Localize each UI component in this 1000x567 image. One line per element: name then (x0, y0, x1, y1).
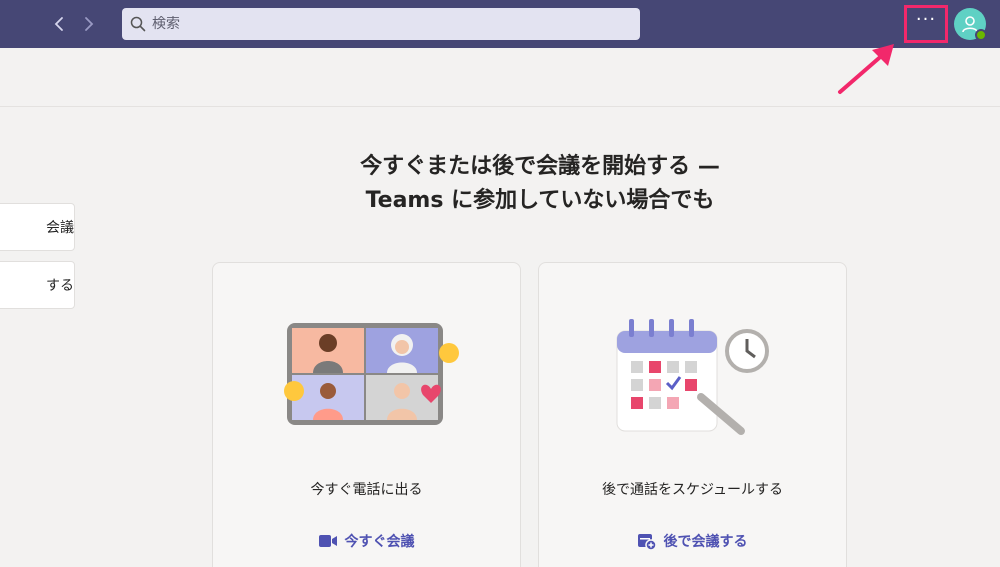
more-icon: ··· (915, 9, 937, 30)
header-divider (0, 106, 1000, 107)
schedule-card[interactable]: 後で通話をスケジュールする 後で会議する (538, 262, 847, 567)
video-call-illustration-icon (284, 323, 459, 425)
meet-now-label: 今すぐ会議 (344, 534, 415, 550)
chevron-right-icon (85, 17, 94, 31)
calendar-illustration-icon (616, 319, 769, 435)
calendar-add-icon (637, 534, 656, 550)
video-camera-icon (318, 535, 337, 547)
headline-line-2: Teams に参加していない場合でも (365, 188, 715, 213)
chevron-left-icon (54, 17, 63, 31)
schedule-meeting-button[interactable]: 後で会議する (539, 531, 846, 551)
schedule-title: 後で通話をスケジュールする (601, 482, 784, 498)
schedule-meeting-label: 後で会議する (663, 534, 748, 550)
back-button[interactable] (48, 12, 70, 36)
search-icon (130, 16, 146, 32)
annotation-arrow-icon (838, 44, 894, 94)
page-headline: 今すぐまたは後で会議を開始する — Teams に参加していない場合でも (280, 150, 800, 218)
more-options-button[interactable]: ··· (904, 5, 948, 43)
presence-badge (975, 29, 987, 41)
sidebar-item-meeting[interactable]: 会議 (0, 203, 75, 251)
forward-button[interactable] (78, 12, 100, 36)
sidebar-item-schedule[interactable]: する (0, 261, 75, 309)
meet-now-button[interactable]: 今すぐ会議 (213, 531, 520, 551)
sidebar-item-label: 会議 (46, 220, 74, 236)
search-input[interactable] (152, 16, 612, 32)
search-box[interactable] (122, 8, 640, 40)
sidebar-item-label: する (46, 278, 74, 294)
meet-now-card[interactable]: 今すぐ電話に出る 今すぐ会議 (212, 262, 521, 567)
headline-line-1: 今すぐまたは後で会議を開始する — (360, 154, 720, 179)
meet-now-title: 今すぐ電話に出る (310, 482, 423, 498)
